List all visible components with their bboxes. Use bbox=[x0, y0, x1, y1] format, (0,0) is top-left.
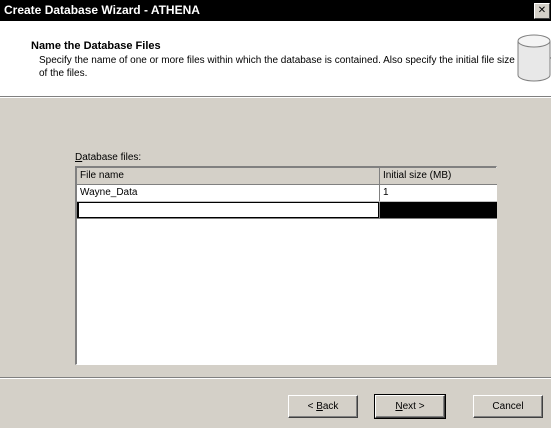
wizard-header: Name the Database Files Specify the name… bbox=[0, 21, 551, 96]
back-button[interactable]: < Back bbox=[288, 395, 358, 418]
wizard-window: Create Database Wizard - ATHENA ✕ Name t… bbox=[0, 0, 551, 428]
database-files-label: Database files: bbox=[75, 152, 141, 163]
next-button-accel: N bbox=[395, 401, 403, 412]
file-name-edit-cell[interactable] bbox=[77, 202, 379, 218]
initial-size-cell[interactable]: 1 bbox=[379, 185, 497, 201]
file-name-cell[interactable]: Wayne_Data bbox=[77, 185, 379, 201]
cancel-button[interactable]: Cancel bbox=[473, 395, 543, 418]
page-subtitle: Specify the name of one or more files wi… bbox=[39, 55, 551, 79]
back-button-label: ack bbox=[322, 401, 339, 412]
title-bar[interactable]: Create Database Wizard - ATHENA ✕ bbox=[0, 0, 551, 21]
initial-size-selected-cell[interactable] bbox=[379, 202, 497, 218]
window-title: Create Database Wizard - ATHENA bbox=[4, 3, 200, 17]
back-button-accel: B bbox=[316, 401, 323, 412]
footer-divider bbox=[0, 377, 551, 379]
column-header-initial-size[interactable]: Initial size (MB) bbox=[379, 168, 497, 184]
close-icon[interactable]: ✕ bbox=[534, 3, 550, 19]
page-title: Name the Database Files bbox=[31, 40, 161, 52]
grid-header-row: File name Initial size (MB) bbox=[77, 168, 497, 185]
database-files-grid[interactable]: File name Initial size (MB) Wayne_Data 1 bbox=[75, 166, 497, 365]
database-files-label-text: atabase files: bbox=[82, 152, 142, 163]
table-row[interactable]: Wayne_Data 1 bbox=[77, 185, 497, 202]
back-button-prefix: < bbox=[307, 401, 317, 412]
next-button-label: ext > bbox=[402, 401, 425, 412]
column-header-file-name[interactable]: File name bbox=[77, 168, 379, 184]
table-row-new[interactable] bbox=[77, 202, 497, 219]
header-divider bbox=[0, 96, 551, 98]
database-cylinder-icon bbox=[517, 34, 551, 82]
next-button[interactable]: Next > bbox=[374, 394, 446, 419]
